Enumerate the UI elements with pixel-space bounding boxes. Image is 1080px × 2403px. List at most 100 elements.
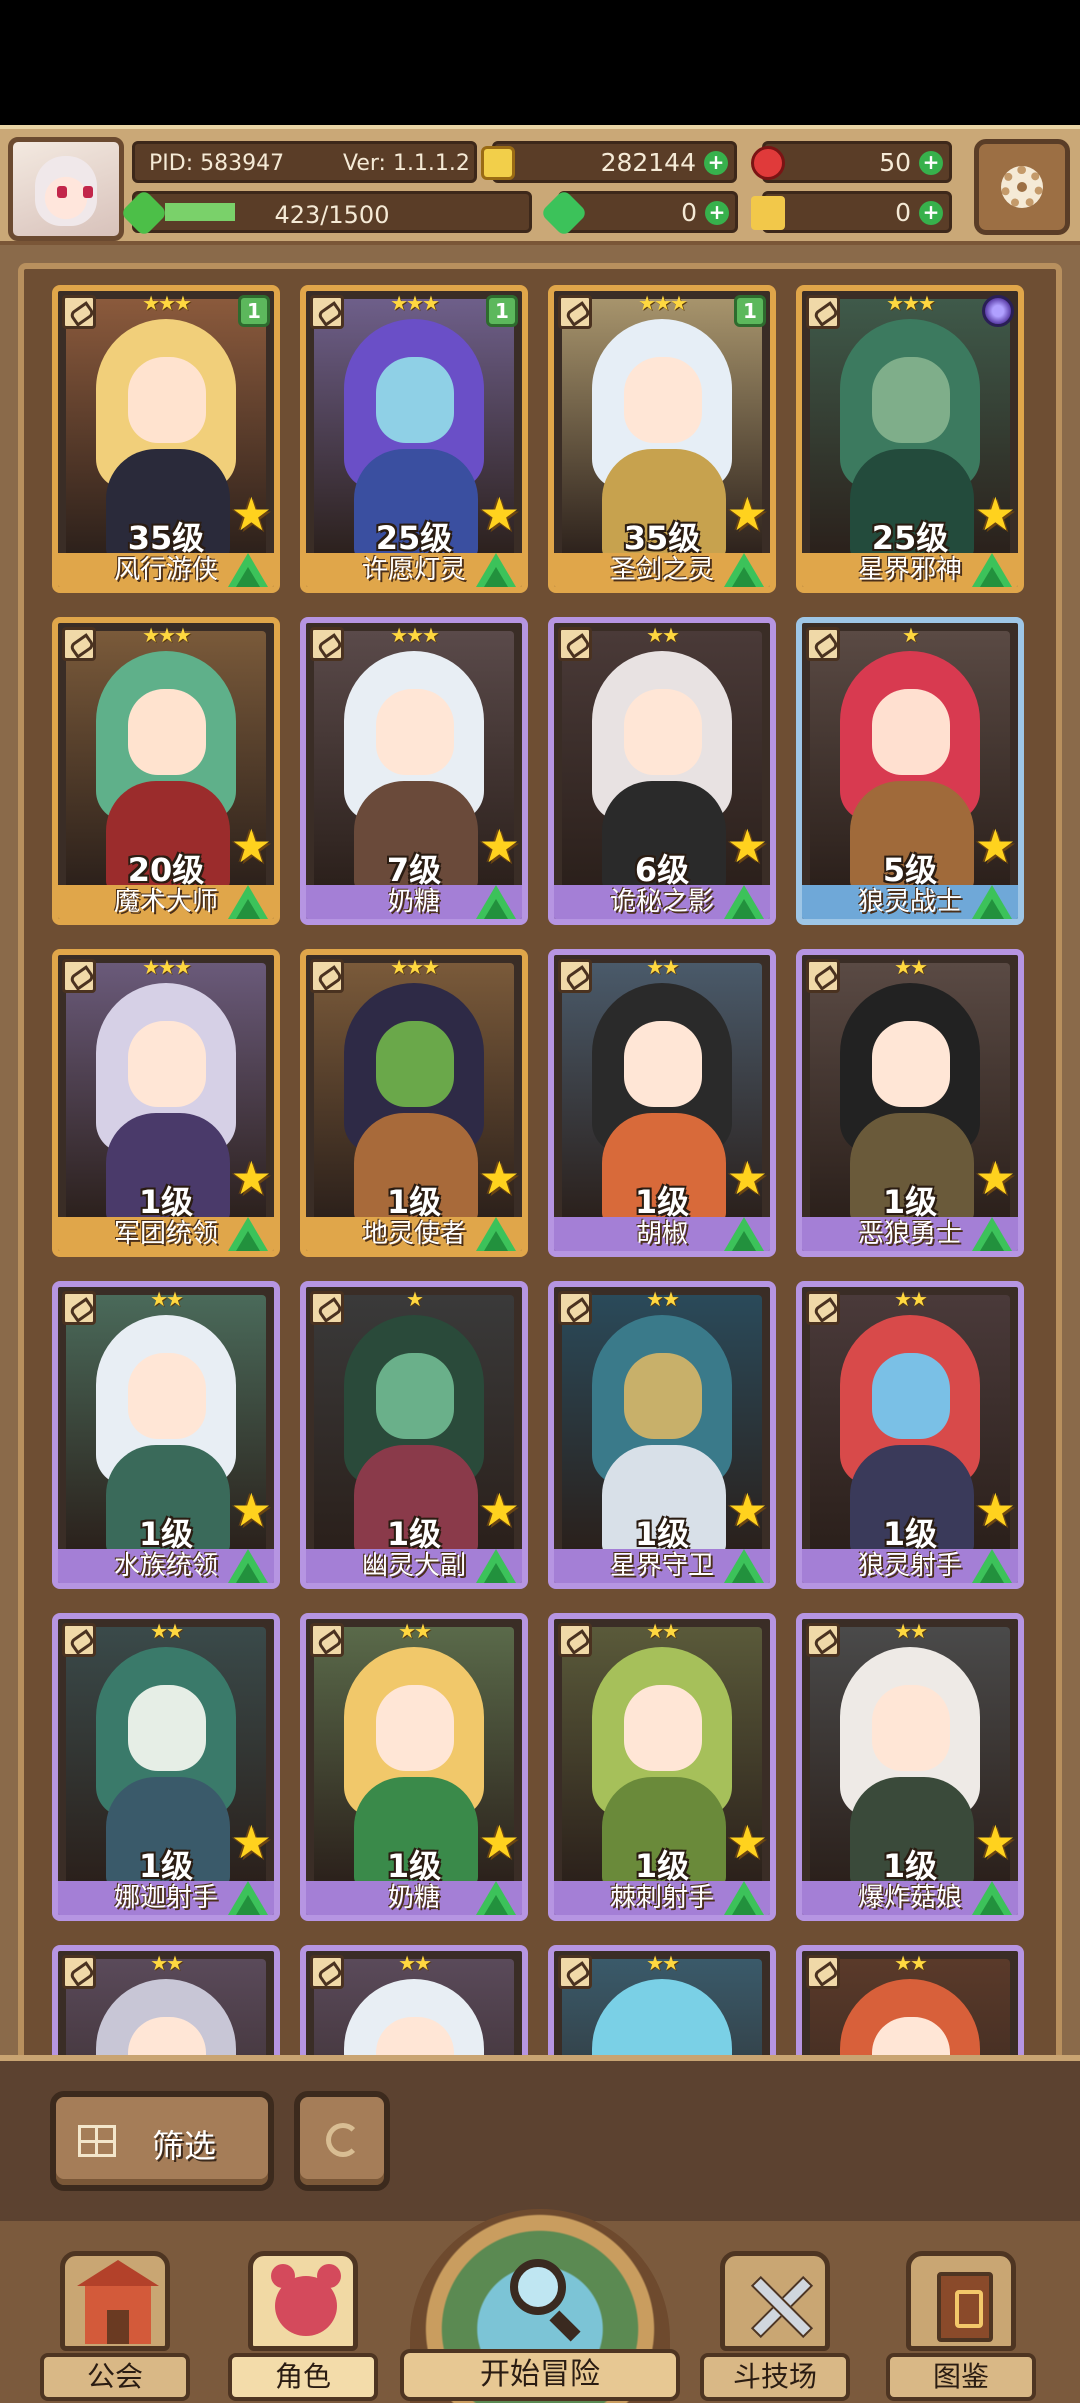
nav-guild[interactable]: 公会 xyxy=(40,2251,190,2401)
character-card[interactable]: ★★ 1级 ★ 恶狼勇士 xyxy=(796,949,1024,1257)
key-counter: 0 + xyxy=(751,191,952,233)
star-rank: ★★ xyxy=(646,1951,680,1975)
add-key-button[interactable]: + xyxy=(919,201,943,225)
upgrade-arrow-icon xyxy=(476,1549,516,1583)
upgrade-arrow-icon xyxy=(228,553,268,587)
character-card[interactable]: ★★ 1级 ★ 胡椒 xyxy=(548,949,776,1257)
character-card[interactable]: ★ 1级 ★ 幽灵大副 xyxy=(300,1281,528,1589)
star-upgrade-icon: ★ xyxy=(230,819,272,873)
character-card[interactable]: ★★★ 7级 ★ 奶糖 xyxy=(300,617,528,925)
experience-text: 423/1500 xyxy=(274,201,390,229)
character-bear-icon xyxy=(271,2264,341,2336)
upgrade-arrow-icon xyxy=(972,553,1012,587)
refresh-icon xyxy=(326,2123,360,2157)
character-card[interactable]: ★★★ 25级 ★ 星界邪神 xyxy=(796,285,1024,593)
star-rank: ★★★ xyxy=(142,623,192,647)
character-card[interactable]: ★★★ 20级 ★ 魔术大师 xyxy=(52,617,280,925)
upgrade-arrow-icon xyxy=(476,1217,516,1251)
star-upgrade-icon: ★ xyxy=(726,1483,768,1537)
clover-currency-icon xyxy=(539,188,589,238)
star-upgrade-icon: ★ xyxy=(478,1815,520,1869)
experience-bar: 423/1500 xyxy=(119,188,532,238)
refresh-button[interactable] xyxy=(294,2091,390,2191)
character-card[interactable]: ★★ 1级 ★ 娜迦射手 xyxy=(52,1613,280,1921)
crossed-swords-icon xyxy=(751,2276,807,2332)
character-card[interactable]: ★★ 1级 ★ 水族统领 xyxy=(52,1281,280,1589)
star-upgrade-icon: ★ xyxy=(974,1483,1016,1537)
star-rank: ★ xyxy=(406,1287,424,1311)
star-upgrade-icon: ★ xyxy=(230,1815,272,1869)
character-card[interactable]: ★★★ 1 35级 ★ 风行游侠 xyxy=(52,285,280,593)
character-card[interactable]: ★★★ 1级 ★ 地灵使者 xyxy=(300,949,528,1257)
star-rank: ★★★ xyxy=(142,955,192,979)
star-upgrade-icon: ★ xyxy=(230,487,272,541)
character-card[interactable]: ★★★ 1 25级 ★ 许愿灯灵 xyxy=(300,285,528,593)
gear-icon xyxy=(1001,166,1043,208)
add-gem-button[interactable]: + xyxy=(919,151,943,175)
star-rank: ★★ xyxy=(646,1619,680,1643)
nav-arena[interactable]: 斗技场 xyxy=(700,2251,850,2401)
star-rank: ★★ xyxy=(894,1287,928,1311)
character-grid[interactable]: ★★★ 1 35级 ★ 风行游侠 ★★★ 1 25级 ★ 许愿灯灵 ★★★ 1 35级 ★ 圣剑之灵 ★★★ 2… xyxy=(52,285,1032,2055)
add-clover-button[interactable]: + xyxy=(705,201,729,225)
magnifier-icon xyxy=(510,2259,566,2315)
star-upgrade-icon: ★ xyxy=(478,1483,520,1537)
star-upgrade-icon: ★ xyxy=(726,1815,768,1869)
bottom-nav: 公会 角色 开始冒险 斗技场 图鉴 xyxy=(0,2209,1080,2403)
upgrade-arrow-icon xyxy=(972,885,1012,919)
filter-button[interactable]: 筛选 xyxy=(50,2091,274,2191)
star-rank: ★★ xyxy=(894,955,928,979)
star-rank: ★★ xyxy=(646,1287,680,1311)
character-card[interactable]: ★ 5级 ★ 狼灵战士 xyxy=(796,617,1024,925)
player-avatar[interactable] xyxy=(8,137,124,241)
character-card[interactable]: ★★ xyxy=(52,1945,280,2055)
star-rank: ★ xyxy=(902,623,920,647)
character-card[interactable]: ★★ 6级 ★ 诡秘之影 xyxy=(548,617,776,925)
upgrade-arrow-icon xyxy=(724,1881,764,1915)
character-card[interactable]: ★★ xyxy=(548,1945,776,2055)
character-card[interactable]: ★★ 1级 ★ 奶糖 xyxy=(300,1613,528,1921)
gold-coin-icon xyxy=(481,146,515,180)
duplicate-count-badge: 1 xyxy=(486,295,518,327)
character-card[interactable]: ★★★ 1 35级 ★ 圣剑之灵 xyxy=(548,285,776,593)
upgrade-arrow-icon xyxy=(972,1881,1012,1915)
star-rank: ★★ xyxy=(150,1287,184,1311)
upgrade-arrow-icon xyxy=(724,553,764,587)
character-card[interactable]: ★★ 1级 ★ 狼灵射手 xyxy=(796,1281,1024,1589)
upgrade-arrow-icon xyxy=(724,885,764,919)
nav-codex[interactable]: 图鉴 xyxy=(886,2251,1036,2401)
game-version: Ver: 1.1.1.2 xyxy=(343,151,470,176)
add-gold-button[interactable]: + xyxy=(704,151,728,175)
star-upgrade-icon: ★ xyxy=(230,1151,272,1205)
star-rank: ★★★ xyxy=(390,955,440,979)
gem-counter: 50 + xyxy=(751,141,952,183)
clover-counter: 0 + xyxy=(539,188,738,238)
star-upgrade-icon: ★ xyxy=(478,487,520,541)
star-rank: ★★ xyxy=(398,1619,432,1643)
star-upgrade-icon: ★ xyxy=(726,1151,768,1205)
guild-house-icon xyxy=(77,2260,159,2344)
star-upgrade-icon: ★ xyxy=(478,1151,520,1205)
settings-button[interactable] xyxy=(974,139,1070,235)
character-card[interactable]: ★★★ 1级 ★ 军团统领 xyxy=(52,949,280,1257)
upgrade-arrow-icon xyxy=(228,1217,268,1251)
start-adventure-button[interactable]: 开始冒险 xyxy=(400,2209,680,2403)
character-card[interactable]: ★★ xyxy=(300,1945,528,2055)
upgrade-arrow-icon xyxy=(228,1549,268,1583)
top-header: PID: 583947 Ver: 1.1.1.2 282144 + 50 + 4… xyxy=(0,125,1080,245)
key-icon xyxy=(751,196,785,230)
filter-panel: 筛选 xyxy=(0,2061,1080,2221)
star-upgrade-icon: ★ xyxy=(726,819,768,873)
player-id: PID: 583947 xyxy=(149,151,285,176)
nav-characters[interactable]: 角色 xyxy=(228,2251,378,2401)
character-card[interactable]: ★★ xyxy=(796,1945,1024,2055)
star-rank: ★★ xyxy=(894,1951,928,1975)
character-card[interactable]: ★★ 1级 ★ 星界守卫 xyxy=(548,1281,776,1589)
upgrade-arrow-icon xyxy=(724,1217,764,1251)
upgrade-arrow-icon xyxy=(476,1881,516,1915)
character-card[interactable]: ★★ 1级 ★ 棘刺射手 xyxy=(548,1613,776,1921)
filter-grid-icon xyxy=(78,2125,116,2157)
character-card[interactable]: ★★ 1级 ★ 爆炸菇娘 xyxy=(796,1613,1024,1921)
star-rank: ★★ xyxy=(646,623,680,647)
star-rank: ★★ xyxy=(646,955,680,979)
